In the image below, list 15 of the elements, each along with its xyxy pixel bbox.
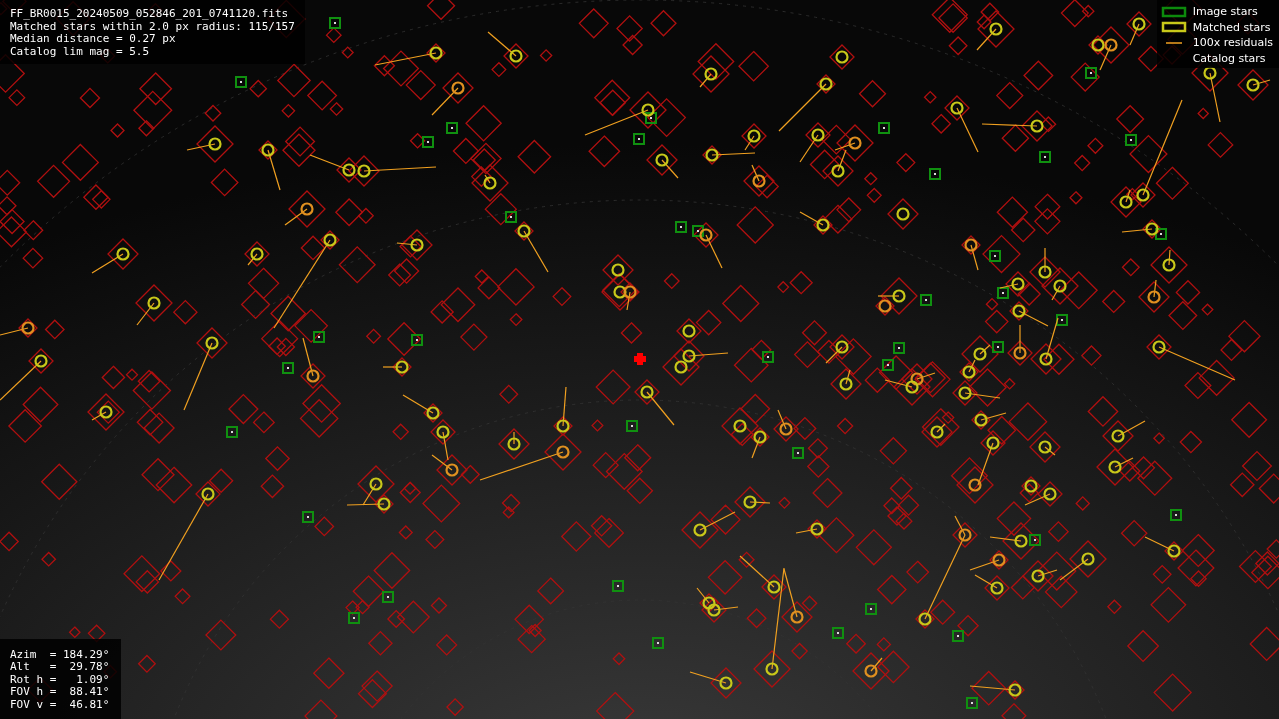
- legend-label: Matched stars: [1192, 20, 1271, 34]
- pointing-text: Rot h = 1.09°: [10, 673, 110, 686]
- info-text: FF_BR0015_20240509_052846_201_0741120.fits: [10, 8, 290, 21]
- pointing-text: Alt = 29.78°: [10, 661, 110, 674]
- info-text: Catalog lim mag = 5.5: [10, 45, 151, 58]
- info-text: Matched stars within 2.0 px radius: 115/157: [10, 20, 295, 33]
- rectangle-swatch-icon: [1160, 21, 1187, 34]
- legend-label: Catalog stars: [1192, 51, 1266, 65]
- pointing-text: Azim = 184.29°: [10, 648, 110, 661]
- square-swatch-icon: [1160, 5, 1187, 18]
- info-text: Median distance = 0.27 px: [10, 33, 177, 46]
- pointing-text: FOV h = 88.41°: [10, 686, 110, 699]
- legend-label: Image stars: [1192, 5, 1258, 19]
- pointing-text: FOV v = 46.81°: [10, 698, 110, 711]
- legend-label: 100x residuals: [1192, 36, 1273, 50]
